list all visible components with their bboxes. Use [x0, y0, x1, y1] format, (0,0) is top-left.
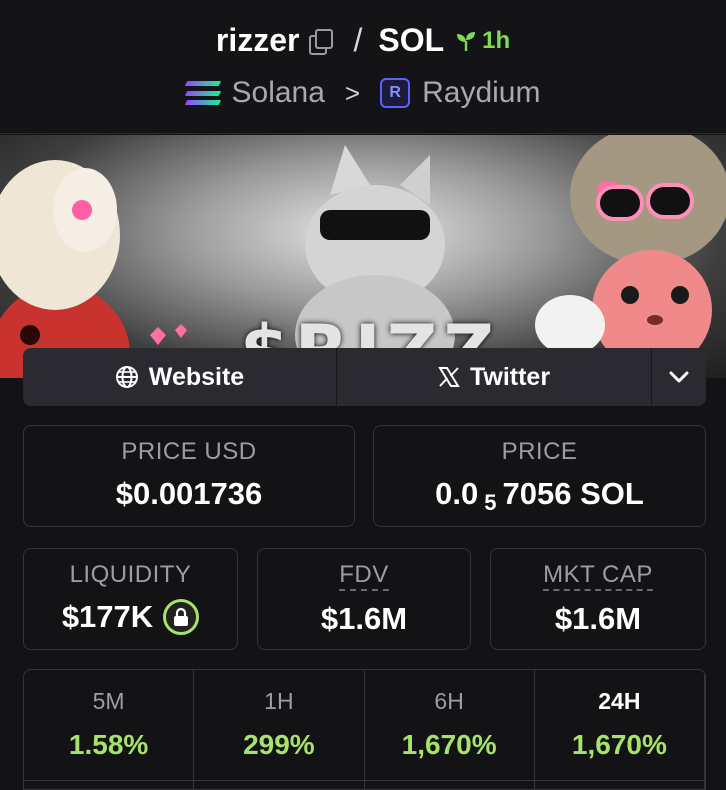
dex-name[interactable]: Raydium — [422, 76, 540, 110]
token-symbol: rizzer — [215, 22, 300, 58]
fdv-label[interactable]: FDV — [339, 563, 389, 591]
token-banner-image: $RIZZ — [0, 135, 726, 378]
change-tab-24h[interactable]: 24H 1,670% — [535, 670, 705, 789]
price-native-value: 0.0 5 7056 SOL — [374, 476, 705, 515]
copy-icon[interactable] — [309, 28, 334, 55]
change-value: 1,670% — [571, 729, 667, 760]
pair-title-row: rizzer / SOL 1h — [0, 22, 726, 59]
liquidity-card: LIQUIDITY $177K — [23, 548, 238, 650]
change-tab-6h[interactable]: 6H 1,670% — [365, 670, 535, 789]
fdv-value: $1.6M — [320, 601, 408, 636]
fdv-card: FDV $1.6M — [257, 548, 471, 650]
breadcrumb-separator: > — [344, 77, 361, 108]
market-cap-value: $1.6M — [554, 601, 642, 636]
liquidity-label: LIQUIDITY — [69, 561, 192, 588]
change-value: 1,670% — [401, 729, 497, 760]
change-period: 24H — [598, 688, 641, 714]
change-period: 5M — [92, 688, 125, 714]
social-links-bar: Website Twitter — [23, 348, 706, 406]
price-usd-card: PRICE USD $0.001736 — [23, 425, 355, 527]
more-links-dropdown[interactable] — [652, 348, 706, 406]
website-button[interactable]: Website — [23, 348, 337, 406]
twitter-label: Twitter — [469, 362, 551, 391]
change-period: 1H — [264, 688, 294, 714]
pair-separator: / — [353, 22, 363, 58]
liquidity-value: $177K — [61, 599, 154, 634]
breadcrumb: Solana > R Raydium — [0, 76, 726, 110]
price-usd-value: $0.001736 — [115, 476, 263, 511]
price-native-card: PRICE 0.0 5 7056 SOL — [373, 425, 706, 527]
price-native-label: PRICE — [501, 438, 578, 465]
raydium-icon: R — [380, 78, 411, 108]
sprout-icon — [457, 31, 476, 51]
chain-name[interactable]: Solana — [232, 76, 325, 110]
pair-age: 1h — [482, 26, 511, 54]
price-suffix: 7056 SOL — [502, 476, 644, 511]
price-zero-count: 5 — [484, 490, 497, 515]
market-cap-card: MKT CAP $1.6M — [490, 548, 706, 650]
globe-icon — [115, 366, 138, 388]
x-logo-icon — [438, 367, 460, 387]
change-value: 1.58% — [68, 729, 149, 760]
change-value: 299% — [243, 729, 315, 760]
twitter-button[interactable]: Twitter — [337, 348, 652, 406]
price-prefix: 0.0 — [435, 476, 479, 511]
price-change-tabs: 5M 1.58% 1H 299% 6H 1,670% 24H 1,670% — [23, 669, 706, 790]
change-tab-5m[interactable]: 5M 1.58% — [24, 670, 195, 789]
pair-header: rizzer / SOL 1h Solana > R Raydium — [0, 0, 726, 134]
lock-icon[interactable] — [163, 599, 200, 635]
website-label: Website — [148, 362, 245, 391]
chevron-down-icon — [669, 371, 689, 383]
change-tab-1h[interactable]: 1H 299% — [194, 670, 365, 789]
divider — [24, 780, 705, 781]
change-period: 6H — [434, 688, 464, 714]
pair-age-badge: 1h — [454, 27, 510, 55]
quote-symbol: SOL — [378, 22, 445, 58]
price-usd-label: PRICE USD — [121, 438, 257, 465]
market-cap-label[interactable]: MKT CAP — [543, 563, 653, 591]
solana-icon — [184, 81, 221, 105]
